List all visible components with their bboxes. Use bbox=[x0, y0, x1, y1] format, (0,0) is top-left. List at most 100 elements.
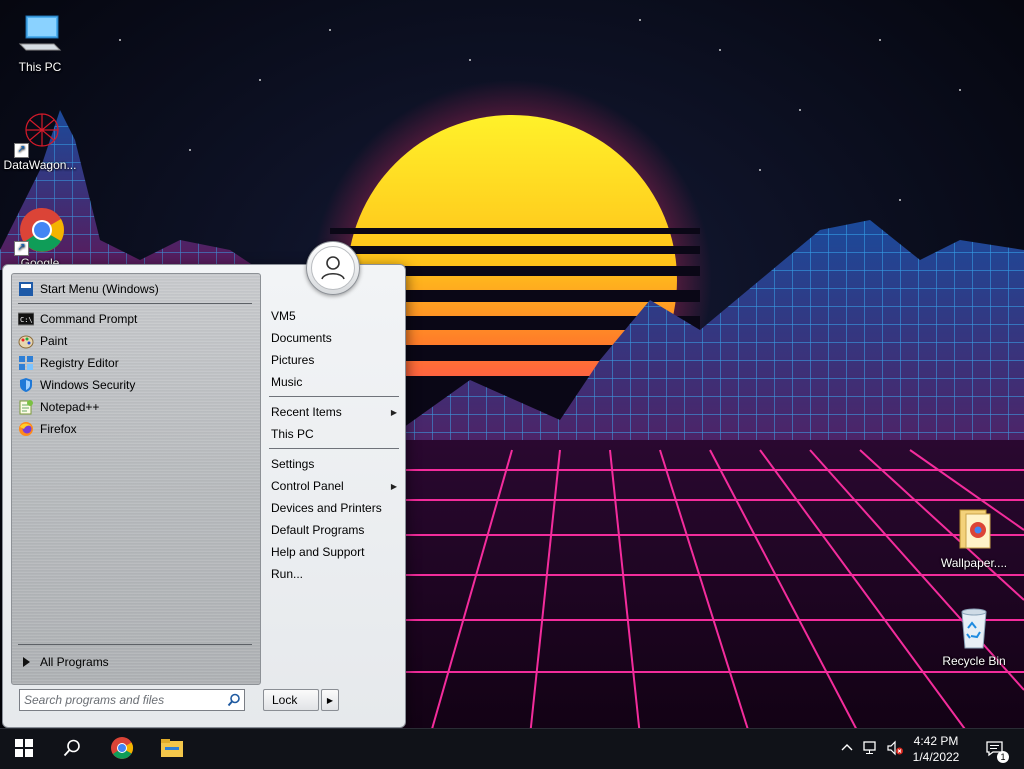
menu-item-label: Control Panel bbox=[271, 479, 344, 493]
menu-item-label: Help and Support bbox=[271, 545, 365, 559]
places-item-vm5[interactable]: VM5 bbox=[271, 306, 397, 326]
desktop-icon-label: Recycle Bin bbox=[942, 654, 1006, 668]
divider bbox=[269, 448, 399, 449]
clock-time: 4:42 PM bbox=[913, 734, 959, 748]
start-menu-places-pane: VM5 Documents Pictures Music Recent Item… bbox=[265, 265, 403, 695]
notepad-plus-plus-icon bbox=[18, 399, 34, 415]
volume-muted-icon bbox=[886, 740, 904, 759]
menu-item-label: Settings bbox=[271, 457, 315, 471]
desktop-icon-label: This PC bbox=[18, 60, 62, 74]
notification-count-badge: 1 bbox=[997, 751, 1009, 763]
start-menu: Start Menu (Windows) C:\ Command Prompt … bbox=[2, 241, 406, 728]
menu-item-label: Default Programs bbox=[271, 523, 365, 537]
file-explorer-icon bbox=[160, 738, 184, 761]
menu-item-label: Devices and Printers bbox=[271, 501, 382, 515]
triangle-right-icon: ▶ bbox=[326, 695, 334, 705]
desktop-icon-google-chrome[interactable]: ↗ Google bbox=[0, 206, 80, 266]
desktop-icon-recycle-bin[interactable]: Recycle Bin bbox=[934, 604, 1014, 668]
places-item-control-panel[interactable]: Control Panel ▶ bbox=[271, 476, 397, 496]
shortcut-arrow-icon: ↗ bbox=[14, 241, 29, 256]
action-center-button[interactable]: 1 bbox=[980, 729, 1010, 769]
network-status-button[interactable] bbox=[860, 729, 882, 769]
desktop-icon-label: Wallpaper.... bbox=[940, 556, 1008, 570]
start-menu-item-notepad-plus-plus[interactable]: Notepad++ bbox=[16, 397, 256, 417]
menu-item-label: Paint bbox=[40, 334, 68, 348]
desktop-icon-label: DataWagon... bbox=[3, 158, 77, 172]
start-menu-item-firefox[interactable]: Firefox bbox=[16, 419, 256, 439]
chrome-icon bbox=[110, 736, 134, 763]
taskbar-file-explorer-button[interactable] bbox=[148, 729, 196, 769]
taskbar-search-button[interactable] bbox=[48, 729, 96, 769]
menu-item-label: Notepad++ bbox=[40, 400, 100, 414]
menu-item-label: Windows Security bbox=[40, 378, 136, 392]
recycle-bin-icon bbox=[950, 604, 998, 652]
start-menu-item-paint[interactable]: Paint bbox=[16, 331, 256, 351]
system-clock[interactable]: 4:42 PM 1/4/2022 bbox=[904, 733, 968, 765]
network-icon bbox=[862, 740, 880, 759]
command-prompt-icon: C:\ bbox=[18, 311, 34, 327]
divider bbox=[18, 303, 252, 304]
search-icon[interactable] bbox=[224, 693, 244, 707]
folder-chrome-icon bbox=[950, 506, 998, 554]
menu-item-label: Start Menu (Windows) bbox=[40, 282, 159, 296]
start-menu-icon bbox=[18, 281, 34, 297]
shortcut-arrow-icon: ↗ bbox=[14, 143, 29, 158]
divider bbox=[269, 396, 399, 397]
places-item-recent-items[interactable]: Recent Items ▶ bbox=[271, 402, 397, 422]
places-item-devices-and-printers[interactable]: Devices and Printers bbox=[271, 498, 397, 518]
search-input[interactable] bbox=[20, 693, 224, 707]
taskbar-chrome-button[interactable] bbox=[98, 729, 146, 769]
windows-start-icon bbox=[15, 738, 33, 760]
shutdown-options-arrow-button[interactable]: ▶ bbox=[321, 689, 339, 711]
search-box[interactable] bbox=[19, 689, 245, 711]
taskbar: 4:42 PM 1/4/2022 1 bbox=[0, 728, 1024, 769]
desktop-icon-this-pc[interactable]: This PC bbox=[0, 10, 80, 74]
volume-button[interactable] bbox=[884, 729, 906, 769]
start-menu-item-start-menu-windows[interactable]: Start Menu (Windows) bbox=[16, 279, 256, 299]
search-icon bbox=[63, 739, 81, 760]
menu-item-label: Music bbox=[271, 375, 303, 389]
menu-item-label: Firefox bbox=[40, 422, 77, 436]
firefox-icon bbox=[18, 421, 34, 437]
divider bbox=[18, 644, 252, 645]
start-menu-item-windows-security[interactable]: Windows Security bbox=[16, 375, 256, 395]
notification-icon: 1 bbox=[985, 739, 1009, 763]
menu-item-label: Pictures bbox=[271, 353, 315, 367]
paint-icon bbox=[18, 333, 34, 349]
chevron-up-icon bbox=[841, 742, 853, 757]
computer-icon bbox=[16, 10, 64, 58]
places-item-this-pc[interactable]: This PC bbox=[271, 424, 397, 444]
places-item-default-programs[interactable]: Default Programs bbox=[271, 520, 397, 540]
start-menu-programs-pane: Start Menu (Windows) C:\ Command Prompt … bbox=[11, 273, 261, 685]
all-programs-label: All Programs bbox=[40, 655, 109, 669]
start-menu-item-registry-editor[interactable]: Registry Editor bbox=[16, 353, 256, 373]
chrome-icon: ↗ bbox=[14, 206, 64, 256]
places-item-pictures[interactable]: Pictures bbox=[271, 350, 397, 370]
menu-item-label: Documents bbox=[271, 331, 332, 345]
submenu-arrow-icon: ▶ bbox=[390, 481, 397, 491]
places-item-help-and-support[interactable]: Help and Support bbox=[271, 542, 397, 562]
registry-editor-icon bbox=[18, 355, 34, 371]
lock-button[interactable]: Lock bbox=[263, 689, 319, 711]
start-button[interactable] bbox=[0, 729, 48, 769]
all-programs-button[interactable]: All Programs bbox=[16, 652, 256, 672]
menu-item-label: Recent Items bbox=[271, 405, 342, 419]
menu-item-label: Registry Editor bbox=[40, 356, 119, 370]
windows-security-icon bbox=[18, 377, 34, 393]
menu-item-label: Command Prompt bbox=[40, 312, 138, 326]
places-item-music[interactable]: Music bbox=[271, 372, 397, 392]
places-item-settings[interactable]: Settings bbox=[271, 454, 397, 474]
desktop-icon-wallpaper[interactable]: Wallpaper.... bbox=[934, 506, 1014, 570]
desktop-icon-datawagon[interactable]: ↗ DataWagon... bbox=[0, 108, 80, 172]
show-hidden-icons-button[interactable] bbox=[838, 729, 856, 769]
menu-item-label: VM5 bbox=[271, 309, 296, 323]
places-item-documents[interactable]: Documents bbox=[271, 328, 397, 348]
triangle-right-icon bbox=[18, 654, 34, 670]
clock-date: 1/4/2022 bbox=[912, 750, 960, 764]
menu-item-label: Run... bbox=[271, 567, 304, 581]
svg-text:C:\: C:\ bbox=[20, 316, 33, 324]
start-menu-item-command-prompt[interactable]: C:\ Command Prompt bbox=[16, 309, 256, 329]
datawagon-icon: ↗ bbox=[14, 108, 64, 158]
menu-item-label: This PC bbox=[271, 427, 314, 441]
places-item-run[interactable]: Run... bbox=[271, 564, 397, 584]
